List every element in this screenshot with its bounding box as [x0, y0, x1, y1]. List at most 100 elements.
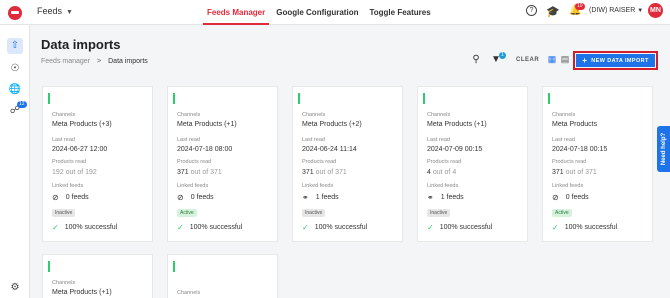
data-import-card[interactable]: Channels Meta Products Last read 2024-07…	[542, 86, 653, 242]
channels-label: Channels	[552, 112, 576, 118]
new-data-import-highlight: + NEW DATA IMPORT	[573, 51, 658, 70]
upload-icon[interactable]: ⇧	[7, 38, 23, 54]
data-import-card[interactable]: Channels Meta Products (+1)	[42, 254, 153, 298]
data-import-card[interactable]: Channels	[167, 254, 278, 298]
products-read-count: 192	[52, 169, 64, 176]
link-icon: ⚭	[302, 193, 309, 202]
last-read-label: Last read	[302, 137, 325, 143]
main-tabs: Feeds Manager Google Configuration Toggl…	[203, 0, 438, 25]
clear-button[interactable]: CLEAR	[516, 57, 539, 63]
chevron-down-icon: ▼	[66, 9, 73, 16]
breadcrumb-feeds-manager[interactable]: Feeds manager	[41, 58, 90, 65]
tab-google-configuration[interactable]: Google Configuration	[272, 0, 362, 25]
avatar[interactable]: MN	[648, 3, 663, 18]
status-badge: Active	[552, 209, 572, 217]
need-help-tab[interactable]: Need help?	[657, 126, 670, 172]
channels-label: Channels	[52, 112, 76, 118]
link-icon: ⚭	[427, 193, 434, 202]
brand-logo[interactable]	[8, 6, 22, 20]
linked-feeds-label: Linked feeds	[427, 183, 459, 189]
channels-label: Channels	[52, 280, 76, 286]
last-read-label: Last read	[52, 137, 75, 143]
search-icon[interactable]: ⚲	[469, 53, 483, 67]
success-rate-text: 100% successful	[189, 224, 243, 231]
linked-feeds-value: ⊘ 0 feeds	[52, 193, 89, 202]
new-data-import-button[interactable]: + NEW DATA IMPORT	[576, 54, 655, 67]
linked-feeds-label: Linked feeds	[552, 183, 584, 189]
sidebar-badge: 12	[17, 101, 27, 108]
breadcrumb-current: Data imports	[108, 58, 148, 65]
last-read-value: 2024-07-18 00:15	[552, 146, 608, 153]
products-read-value: 192 out of 192	[52, 169, 97, 176]
data-import-card[interactable]: Channels Meta Products (+3) Last read 20…	[42, 86, 153, 242]
products-read-label: Products read	[52, 159, 87, 165]
linked-feeds-value: ⚭ 1 feeds	[302, 193, 339, 202]
check-icon: ✓	[302, 223, 309, 232]
card-status-bar	[423, 93, 425, 104]
breadcrumb: Feeds manager > Data imports	[41, 58, 148, 65]
products-read-total: out of 371	[315, 169, 347, 176]
success-rate: ✓ 100% successful	[302, 223, 367, 232]
channels-value: Meta Products (+1)	[427, 121, 487, 128]
products-read-total: out of 4	[432, 169, 457, 176]
products-read-count: 371	[177, 169, 189, 176]
last-read-label: Last read	[427, 137, 450, 143]
success-rate-text: 100% successful	[64, 224, 118, 231]
app-selector-label: Feeds	[37, 6, 63, 16]
products-read-label: Products read	[427, 159, 462, 165]
app-selector[interactable]: Feeds ▼	[37, 6, 73, 16]
linked-feeds-count: 1 feeds	[440, 194, 464, 201]
success-rate-text: 100% successful	[564, 224, 618, 231]
account-label: (DIW) RAISER	[589, 7, 636, 14]
tab-toggle-features[interactable]: Toggle Features	[365, 0, 434, 25]
graduation-cap-icon[interactable]: 🎓	[546, 5, 560, 18]
products-read-count: 371	[302, 169, 314, 176]
account-selector[interactable]: (DIW) RAISER ▼	[589, 7, 643, 14]
check-icon: ✓	[52, 223, 59, 232]
card-status-bar	[173, 93, 175, 104]
linked-feeds-count: 0 feeds	[190, 194, 214, 201]
grid-view-icon[interactable]: ▦	[546, 53, 558, 65]
channels-label: Channels	[177, 112, 201, 118]
status-badge: Inactive	[302, 209, 326, 217]
products-read-total: out of 371	[190, 169, 222, 176]
success-rate: ✓ 100% successful	[552, 223, 617, 232]
filter-count-badge: 1	[499, 52, 506, 59]
last-read-label: Last read	[552, 137, 575, 143]
link-off-icon: ⊘	[552, 193, 559, 202]
products-read-count: 371	[552, 169, 564, 176]
linked-feeds-value: ⊘ 0 feeds	[177, 193, 214, 202]
products-read-label: Products read	[177, 159, 212, 165]
products-read-value: 4 out of 4	[427, 169, 456, 176]
channels-value: Meta Products (+1)	[52, 289, 112, 296]
settings-icon[interactable]: ⚙	[7, 280, 23, 296]
link-off-icon: ⊘	[177, 193, 184, 202]
linked-feeds-label: Linked feeds	[177, 183, 209, 189]
list-view-icon[interactable]: ▤	[559, 53, 571, 65]
check-icon: ✓	[427, 223, 434, 232]
products-read-value: 371 out of 371	[552, 169, 597, 176]
data-import-card[interactable]: Channels Meta Products (+1) Last read 20…	[167, 86, 278, 242]
products-read-value: 371 out of 371	[302, 169, 347, 176]
card-status-bar	[48, 93, 50, 104]
help-icon[interactable]: ?	[526, 5, 537, 16]
channels-value: Meta Products	[552, 121, 598, 128]
card-status-bar	[298, 93, 300, 104]
data-import-card[interactable]: Channels Meta Products (+1) Last read 20…	[417, 86, 528, 242]
linked-feeds-count: 0 feeds	[565, 194, 589, 201]
card-status-bar	[548, 93, 550, 104]
tab-feeds-manager[interactable]: Feeds Manager	[203, 0, 270, 25]
check-icon: ✓	[177, 223, 184, 232]
last-read-value: 2024-07-09 00:15	[427, 146, 483, 153]
success-rate-text: 100% successful	[439, 224, 493, 231]
success-rate: ✓ 100% successful	[52, 223, 117, 232]
sidebar: ⇧ ☉ 🌐 ☍ 12 ⚙	[0, 25, 30, 298]
data-import-card[interactable]: Channels Meta Products (+2) Last read 20…	[292, 86, 403, 242]
channels-value: Meta Products (+1)	[177, 121, 237, 128]
need-help-label: Need help?	[661, 132, 667, 166]
linked-feeds-label: Linked feeds	[52, 183, 84, 189]
linked-feeds-value: ⊘ 0 feeds	[552, 193, 589, 202]
products-read-label: Products read	[302, 159, 337, 165]
radar-icon[interactable]: ☉	[7, 61, 23, 77]
globe-icon[interactable]: 🌐	[7, 82, 23, 98]
